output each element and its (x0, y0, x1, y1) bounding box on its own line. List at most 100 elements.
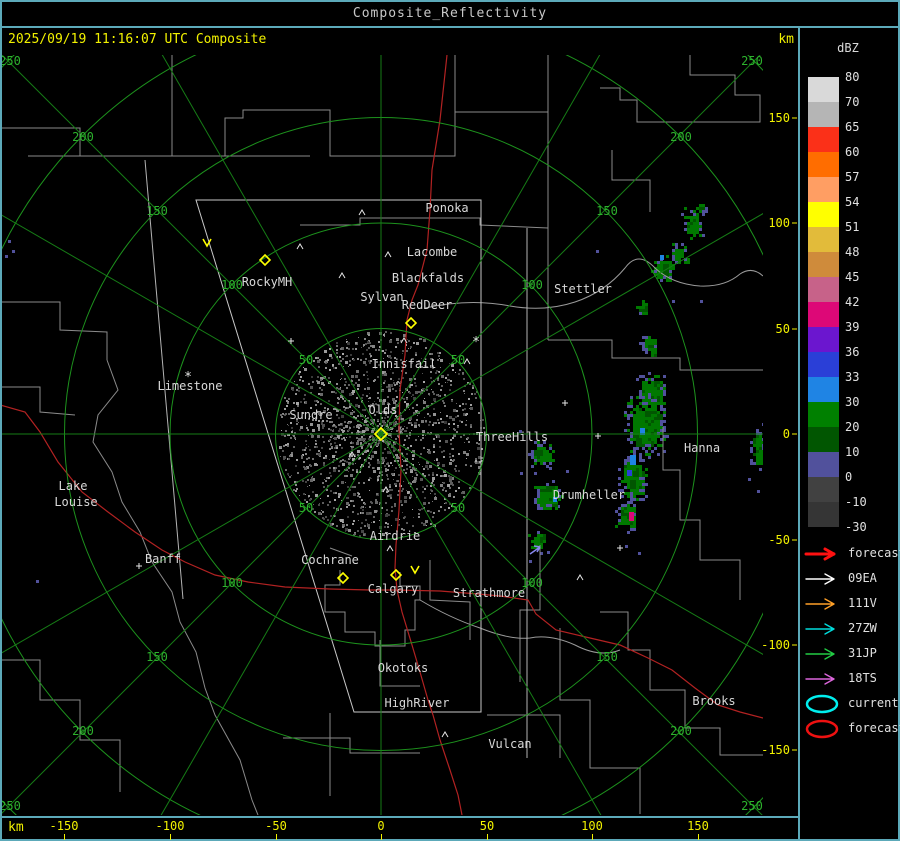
range-rings (0, 0, 900, 841)
dbz-scale-label: 45 (845, 269, 891, 285)
svg-text:200: 200 (670, 724, 692, 738)
legend-label: 31JP (848, 646, 877, 660)
legend-item-27ZW: 27ZW (804, 619, 842, 639)
dbz-scale-label: 42 (845, 294, 891, 310)
dbz-scale-box (808, 202, 839, 227)
caret-icon (387, 546, 393, 551)
svg-text:50: 50 (299, 501, 313, 515)
dbz-scale-box (808, 452, 839, 477)
bottom-axis: km -150-100-50050100150 (2, 819, 796, 839)
dbz-scale-box (808, 477, 839, 502)
legend-label: forecast (848, 721, 900, 735)
city-label-brooks: Brooks (692, 694, 735, 708)
svg-text:150: 150 (596, 650, 618, 664)
dbz-scale-box (808, 302, 839, 327)
plus-icon (562, 400, 568, 406)
dbz-scale-box (808, 352, 839, 377)
svg-text:100: 100 (221, 576, 243, 590)
svg-text:200: 200 (72, 130, 94, 144)
dbz-scale-box (808, 327, 839, 352)
reflectivity-panel: dBZ 807065605754514845423936333020100-10… (800, 27, 898, 839)
dbz-scale-box (808, 252, 839, 277)
city-label-ponoka: Ponoka (425, 201, 468, 215)
city-label-stettler: Stettler (554, 282, 612, 296)
svg-text:200: 200 (670, 130, 692, 144)
dbz-scale-label: 36 (845, 344, 891, 360)
bottom-axis-tick (487, 834, 488, 840)
dbz-scale-box (808, 277, 839, 302)
svg-text:150: 150 (596, 204, 618, 218)
city-label-sundre: Sundre (289, 408, 332, 422)
dbz-scale-label: -30 (845, 519, 891, 535)
wind-vector-icon (411, 566, 419, 573)
bottom-axis-tick (276, 834, 277, 840)
caret-icon (359, 210, 365, 215)
city-label-strathmore: Strathmore (453, 586, 525, 600)
dbz-scale-label: 20 (845, 419, 891, 435)
city-label-reddeer: RedDeer (402, 298, 453, 312)
plus-icon (288, 338, 294, 344)
storm-track-arrow-icon (804, 594, 842, 614)
radar-map[interactable]: 5050505010010010010015015015015020020020… (0, 0, 900, 841)
plus-icon (617, 545, 623, 551)
caret-icon (339, 273, 345, 278)
dbz-scale-box (808, 127, 839, 152)
bottom-axis-tick-label: -50 (252, 819, 300, 833)
bottom-axis-tick (698, 834, 699, 840)
storm-track-arrow-icon (804, 544, 842, 564)
svg-text:250: 250 (741, 799, 763, 813)
bottom-axis-tick (170, 834, 171, 840)
right-axis-tick-label: 50 (776, 322, 790, 336)
city-label-innisfail: Innisfail (371, 357, 436, 371)
storm-track-arrow-icon (804, 644, 842, 664)
caret-icon (297, 244, 303, 249)
dbz-scale-box (808, 227, 839, 252)
svg-text:150: 150 (146, 204, 168, 218)
right-axis-tick-label: 150 (768, 111, 790, 125)
dbz-scale-label: 65 (845, 119, 891, 135)
svg-text:250: 250 (0, 54, 21, 68)
city-label-sylvan: Sylvan (360, 290, 403, 304)
storm-ellipse-icon (804, 719, 842, 739)
city-label-lacombe: Lacombe (407, 245, 458, 259)
city-label-airdrie: Airdrie (370, 529, 421, 543)
storm-track-arrow-icon (804, 619, 842, 639)
bottom-axis-tick-label: 150 (674, 819, 722, 833)
dbz-scale-label: 51 (845, 219, 891, 235)
dbz-scale-label: -10 (845, 494, 891, 510)
plus-icon (136, 563, 142, 569)
city-label-calgary: Calgary (368, 582, 419, 596)
legend-item-09EA: 09EA (804, 569, 842, 589)
right-axis-tick-label: 0 (783, 427, 790, 441)
legend-item-forecast: forecast (804, 544, 842, 564)
city-label-vulcan: Vulcan (488, 737, 531, 751)
dbz-scale-label: 54 (845, 194, 891, 210)
city-label-olds: Olds (369, 403, 398, 417)
bottom-axis-tick-label: 50 (463, 819, 511, 833)
svg-text:100: 100 (521, 278, 543, 292)
svg-text:150: 150 (146, 650, 168, 664)
dbz-scale-box (808, 427, 839, 452)
legend-item-18TS: 18TS (804, 669, 842, 689)
dbz-scale-box (808, 402, 839, 427)
city-label-threehills: ThreeHills (476, 430, 548, 444)
dbz-scale-box (808, 152, 839, 177)
bottom-axis-tick-label: -100 (146, 819, 194, 833)
svg-text:50: 50 (451, 353, 465, 367)
caret-icon (442, 732, 448, 737)
legend-item-current: current (804, 694, 842, 714)
svg-text:50: 50 (299, 353, 313, 367)
dbz-scale-label: 10 (845, 444, 891, 460)
svg-text:250: 250 (0, 799, 21, 813)
city-label-louise: Louise (54, 495, 97, 509)
precip-echoes (528, 204, 765, 555)
asterisk-icon: * (184, 370, 192, 385)
city-label-highriver: HighRiver (384, 696, 449, 710)
legend-label: 111V (848, 596, 877, 610)
map-layers: 5050505010010010010015015015015020020020… (0, 0, 900, 841)
legend-label: current (848, 696, 899, 710)
right-axis-tick-label: -100 (761, 638, 790, 652)
storm-ellipse-icon (804, 694, 842, 714)
dbz-scale-box (808, 102, 839, 127)
city-label-okotoks: Okotoks (378, 661, 429, 675)
